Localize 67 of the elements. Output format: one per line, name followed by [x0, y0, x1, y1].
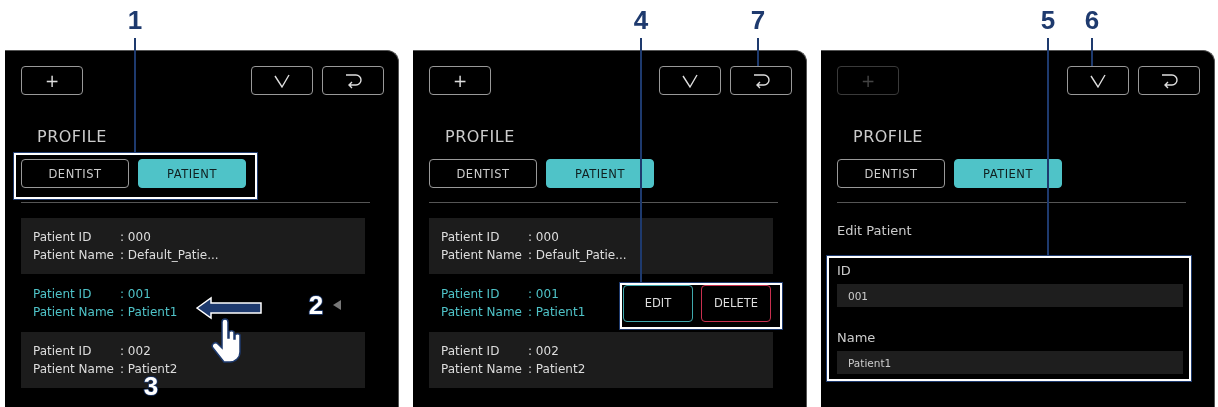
- callout-number: 5: [1039, 5, 1057, 35]
- field-value: : Patient2: [120, 362, 178, 376]
- field-label: Patient Name: [441, 247, 523, 264]
- field-label: Patient Name: [33, 304, 115, 321]
- callout-number: 4: [632, 5, 650, 35]
- check-icon: [1089, 72, 1107, 89]
- return-arrow-icon: [343, 71, 363, 90]
- field-value: : 000: [528, 230, 559, 244]
- field-label: Patient Name: [33, 361, 115, 378]
- return-button[interactable]: [730, 66, 792, 95]
- field-label: Name: [837, 329, 877, 347]
- field-label: Patient ID: [441, 343, 501, 360]
- profile-tab[interactable]: DENTIST: [21, 159, 129, 188]
- field-label: Patient Name: [441, 361, 523, 378]
- field-label: Patient ID: [33, 343, 93, 360]
- profile-tab[interactable]: PATIENT: [138, 159, 246, 188]
- add-button[interactable]: +: [21, 66, 83, 95]
- field-value: : Patient2: [528, 362, 586, 376]
- pointer-triangle-icon: [333, 300, 341, 310]
- edit-button[interactable]: EDIT: [623, 284, 693, 322]
- confirm-button[interactable]: [251, 66, 313, 95]
- field-label: Patient ID: [33, 229, 93, 246]
- form-title: Edit Patient: [837, 222, 913, 240]
- patient-row[interactable]: Patient ID : 002 Patient Name : Patient2: [429, 332, 773, 388]
- return-button[interactable]: [1138, 66, 1200, 95]
- field-value: : 001: [120, 287, 151, 301]
- callout-number: 1: [126, 5, 144, 35]
- return-arrow-icon: [751, 71, 771, 90]
- field-label: Patient Name: [33, 247, 115, 264]
- profile-tab[interactable]: PATIENT: [546, 159, 654, 188]
- leader-line: [757, 38, 759, 66]
- hand-icon: [210, 318, 244, 364]
- field-value: : 002: [528, 344, 559, 358]
- field-label: Patient Name: [441, 304, 523, 321]
- callout-number: 2: [307, 292, 325, 318]
- confirm-button[interactable]: [1067, 66, 1129, 95]
- delete-button[interactable]: DELETE: [701, 284, 771, 322]
- patient-row[interactable]: Patient ID : 000 Patient Name : Default_Patie...: [21, 218, 365, 274]
- field-value: : 001: [528, 287, 559, 301]
- profile-tab[interactable]: DENTIST: [429, 159, 537, 188]
- check-icon: [681, 72, 699, 89]
- callout-number: 6: [1083, 5, 1101, 35]
- section-title: PROFILE: [445, 126, 516, 148]
- profile-tab[interactable]: DENTIST: [837, 159, 945, 188]
- field-label: Patient ID: [441, 229, 501, 246]
- input-field[interactable]: Patient1: [837, 351, 1183, 374]
- field-value: : Patient1: [120, 305, 178, 319]
- field-label: Patient ID: [33, 286, 93, 303]
- field-label: ID: [837, 262, 852, 280]
- leader-line: [1091, 38, 1093, 66]
- input-field[interactable]: 001: [837, 284, 1183, 307]
- patient-row[interactable]: Patient ID : 000 Patient Name : Default_Patie...: [429, 218, 773, 274]
- field-value: : 002: [120, 344, 151, 358]
- profile-tab[interactable]: PATIENT: [954, 159, 1062, 188]
- confirm-button[interactable]: [659, 66, 721, 95]
- field-label: Patient ID: [441, 286, 501, 303]
- field-value: : Default_Patie...: [120, 248, 219, 262]
- check-icon: [273, 72, 291, 89]
- add-button[interactable]: +: [429, 66, 491, 95]
- return-button[interactable]: [322, 66, 384, 95]
- field-value: : 000: [120, 230, 151, 244]
- section-title: PROFILE: [37, 126, 108, 148]
- field-value: : Patient1: [528, 305, 586, 319]
- return-arrow-icon: [1159, 71, 1179, 90]
- field-value: : Default_Patie...: [528, 248, 627, 262]
- callout-number: 7: [749, 5, 767, 35]
- section-title: PROFILE: [853, 126, 924, 148]
